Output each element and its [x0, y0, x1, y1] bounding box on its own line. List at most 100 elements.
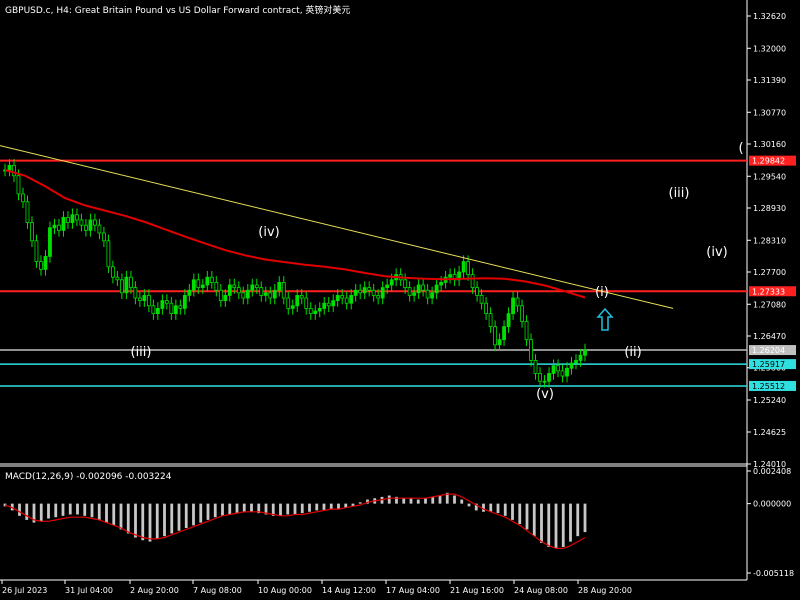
- candle-body: [371, 289, 376, 296]
- macd-histogram-bar: [192, 503, 195, 526]
- candle-body: [227, 284, 232, 296]
- candle-body: [470, 274, 475, 289]
- candle-body: [7, 164, 12, 171]
- candle-body: [43, 255, 48, 270]
- candle-body: [574, 360, 578, 364]
- candle-body: [511, 297, 515, 315]
- macd-histogram-bar: [518, 503, 522, 524]
- macd-histogram-bar: [337, 503, 340, 510]
- candle-body: [430, 292, 435, 299]
- candle-body: [182, 295, 187, 309]
- candle-body: [223, 295, 228, 302]
- candle-body: [583, 349, 587, 356]
- candle-body: [151, 305, 156, 315]
- macd-histogram-bar: [141, 503, 145, 541]
- candle-body: [30, 222, 34, 242]
- candle-body: [322, 302, 327, 309]
- time-tick-label: 17 Aug 04:00: [386, 586, 440, 595]
- candle-body: [313, 310, 318, 315]
- price-tick-label: 1.24625: [753, 428, 786, 437]
- wave-label: (iv): [258, 225, 279, 240]
- candle-body: [551, 365, 556, 374]
- macd-tick-label: 0.002408: [753, 467, 791, 476]
- candle-body: [178, 305, 183, 309]
- wave-label: (iii): [131, 345, 152, 360]
- candle-body: [425, 289, 430, 299]
- candle-body: [173, 305, 178, 315]
- candle-body: [39, 261, 43, 270]
- time-tick-label: 26 Jul 2023: [2, 586, 47, 595]
- candle-body: [448, 274, 453, 278]
- macd-histogram-bar: [496, 503, 500, 514]
- candle-body: [93, 219, 97, 226]
- macd-histogram-bar: [90, 503, 94, 518]
- macd-histogram-bar: [525, 503, 529, 530]
- macd-histogram-bar: [300, 503, 304, 514]
- macd-histogram-bar: [250, 503, 253, 512]
- candle-body: [565, 367, 569, 377]
- candle-body: [277, 282, 282, 291]
- price-tick-label: 1.25240: [753, 396, 786, 405]
- candle-body: [560, 370, 565, 377]
- candle-body: [34, 240, 39, 262]
- trading-chart[interactable]: (iii) (iv) (v) (i) (ii) (iii) (iv) ( 1.32620 1.3…: [0, 0, 800, 600]
- macd-histogram-bar: [467, 503, 471, 507]
- candle-body: [191, 279, 196, 291]
- candle-body: [326, 302, 331, 307]
- candle-body: [466, 261, 471, 276]
- candle-body: [241, 292, 246, 299]
- macd-histogram-bar: [148, 503, 152, 542]
- macd-histogram-bar: [503, 503, 507, 516]
- candle-body: [160, 300, 165, 309]
- candle-body: [461, 261, 466, 273]
- macd-histogram-bar: [228, 503, 232, 515]
- wave-label: (iv): [706, 245, 727, 260]
- price-tick-label: 1.32620: [753, 12, 786, 21]
- candle-body: [245, 289, 250, 299]
- candle-body: [137, 297, 142, 302]
- candle-body: [533, 360, 538, 374]
- level-price-label-red_upper: 1.29842: [752, 157, 785, 166]
- candle-body: [389, 279, 394, 286]
- macd-histogram-bar: [460, 499, 464, 504]
- candle-body: [128, 276, 133, 289]
- price-tick-label: 1.26470: [753, 332, 786, 341]
- candle-body: [272, 289, 277, 299]
- candle-body: [488, 313, 493, 328]
- candle-body: [79, 219, 84, 226]
- macd-histogram-bar: [438, 495, 442, 504]
- candle-body: [493, 326, 497, 346]
- candle-body: [295, 295, 300, 307]
- candle-body: [538, 373, 542, 382]
- macd-histogram-bar: [322, 503, 326, 511]
- macd-histogram-bar: [511, 503, 514, 520]
- time-tick-label: 31 Jul 04:00: [65, 586, 113, 595]
- level-price-label-red_lower: 1.27333: [752, 287, 785, 296]
- macd-histogram-bar: [83, 503, 87, 516]
- candle-body: [515, 297, 520, 307]
- candle-body: [362, 287, 367, 294]
- macd-title: MACD(12,26,9) -0.002096 -0.003224: [5, 472, 172, 482]
- candle-body: [286, 297, 291, 309]
- candle-body: [164, 300, 169, 304]
- candle-body: [155, 308, 160, 315]
- candle-body: [569, 362, 574, 369]
- macd-histogram-bar: [199, 503, 203, 523]
- macd-tick-label: -0.005118: [753, 569, 794, 578]
- macd-histogram-bar: [213, 503, 217, 518]
- macd-histogram-bar: [177, 503, 181, 531]
- candle-body: [349, 295, 354, 304]
- macd-histogram-bar: [61, 503, 65, 516]
- candle-body: [21, 193, 25, 203]
- candle-body: [75, 214, 79, 221]
- macd-histogram-bar: [235, 503, 239, 514]
- candle-body: [48, 227, 52, 257]
- candle-body: [290, 305, 295, 309]
- candle-body: [232, 284, 237, 289]
- price-tick-label: 1.30770: [753, 108, 786, 117]
- time-tick-label: 14 Aug 12:00: [322, 586, 376, 595]
- macd-histogram-bar: [293, 503, 297, 515]
- candle-body: [200, 284, 205, 289]
- macd-histogram-bar: [155, 503, 159, 539]
- candle-body: [133, 287, 138, 299]
